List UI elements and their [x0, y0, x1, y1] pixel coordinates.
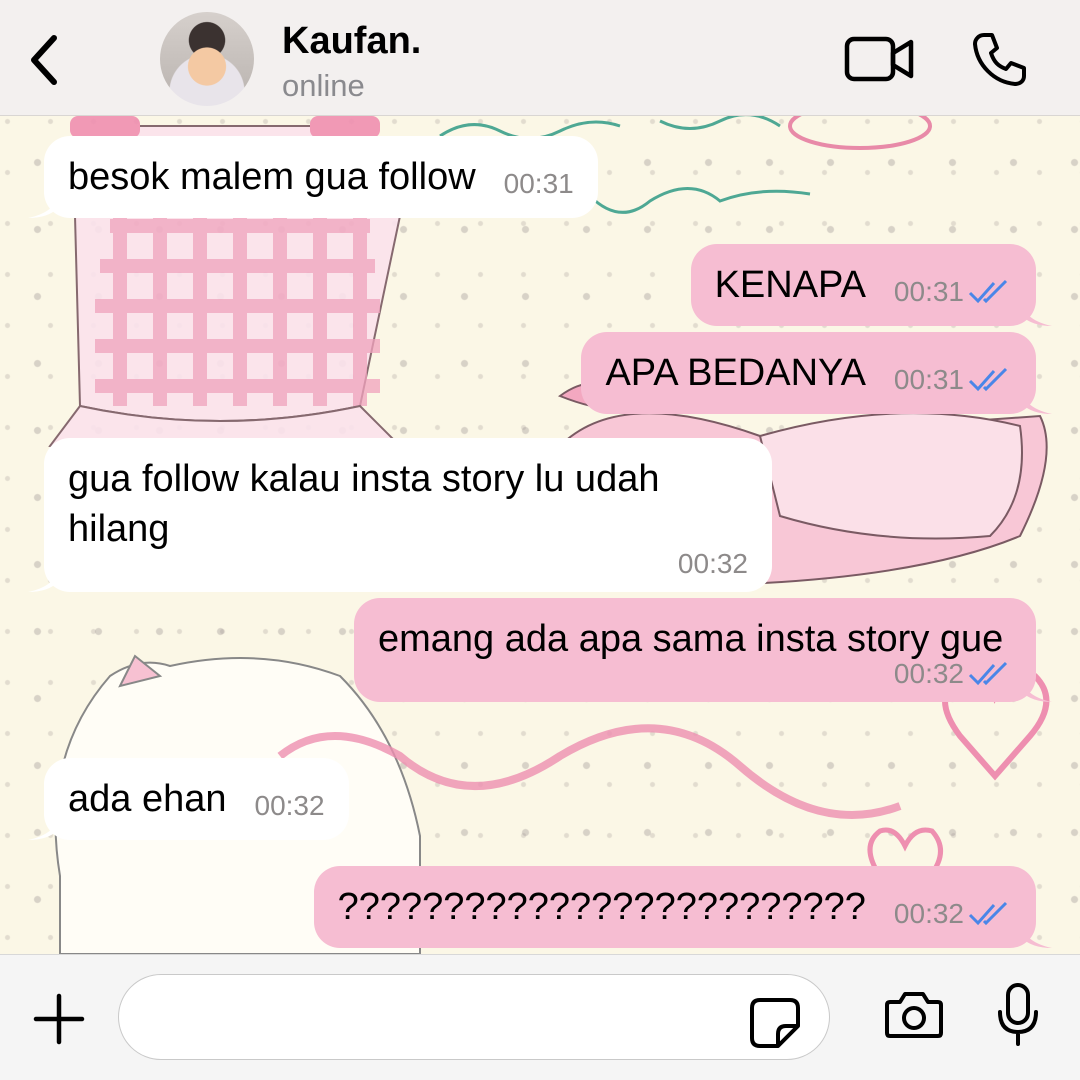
- video-camera-icon: [844, 36, 914, 82]
- microphone-icon: [998, 983, 1038, 1046]
- chevron-left-icon: [31, 35, 57, 85]
- message-bubble-incoming[interactable]: gua follow kalau insta story lu udah hil…: [28, 438, 772, 592]
- chat-area[interactable]: besok malem gua follow 00:31 KENAPA 00:31 …: [0, 116, 1080, 954]
- message-time: 00:31: [893, 276, 964, 307]
- message-bubble-incoming[interactable]: besok malem gua follow 00:31: [28, 136, 598, 218]
- message-bubble-outgoing[interactable]: ????????????????????????? 00:32: [313, 866, 1052, 948]
- double-check-icon: [968, 901, 1008, 926]
- bubble-tail: [28, 816, 58, 840]
- contact-name[interactable]: Kaufan.: [282, 20, 421, 63]
- message-time: 00:32: [893, 658, 964, 689]
- plus-icon: [33, 993, 85, 1045]
- message-bubble-incoming[interactable]: ada ehan 00:32: [28, 758, 349, 840]
- contact-status: online: [282, 68, 365, 103]
- bubble-tail: [1022, 924, 1052, 948]
- chat-header: Kaufan. online: [0, 0, 1080, 116]
- bubble-tail: [28, 568, 58, 592]
- message-meta: 00:32: [894, 900, 1012, 928]
- sticker-icon: [750, 998, 800, 1048]
- double-check-icon: [968, 279, 1008, 304]
- sticker-button[interactable]: [748, 996, 802, 1050]
- message-bubble-outgoing[interactable]: KENAPA 00:31: [690, 244, 1052, 326]
- message-meta: 00:31: [894, 366, 1012, 394]
- camera-button[interactable]: [884, 988, 944, 1040]
- message-meta: 00:31: [894, 278, 1012, 306]
- double-check-icon: [968, 661, 1008, 686]
- message-text: gua follow kalau insta story lu udah hil…: [68, 458, 660, 550]
- bubble-tail: [1022, 390, 1052, 414]
- message-meta: 00:32: [378, 660, 1012, 688]
- bubble-tail: [28, 194, 58, 218]
- camera-icon: [885, 992, 943, 1038]
- message-text: ada ehan: [68, 778, 227, 820]
- video-call-button[interactable]: [844, 34, 916, 84]
- message-text: APA BEDANYA: [605, 352, 866, 394]
- voice-call-button[interactable]: [970, 30, 1028, 88]
- message-bubble-outgoing[interactable]: emang ada apa sama insta story gue 00:32: [354, 598, 1052, 702]
- message-time: 00:32: [254, 790, 325, 821]
- message-time: 00:32: [893, 898, 964, 929]
- phone-icon: [973, 33, 1026, 86]
- message-text: KENAPA: [714, 264, 866, 306]
- bubble-tail: [1022, 302, 1052, 326]
- message-time: 00:31: [893, 364, 964, 395]
- message-text: ?????????????????????????: [337, 886, 866, 928]
- back-button[interactable]: [22, 30, 72, 90]
- message-input[interactable]: [118, 974, 830, 1060]
- message-time: 00:32: [677, 548, 748, 579]
- message-bubble-outgoing[interactable]: APA BEDANYA 00:31: [581, 332, 1052, 414]
- bubble-tail: [1022, 678, 1052, 702]
- attach-button[interactable]: [30, 990, 88, 1048]
- double-check-icon: [968, 367, 1008, 392]
- message-time: 00:31: [503, 168, 574, 199]
- microphone-button[interactable]: [996, 982, 1040, 1048]
- message-text: emang ada apa sama insta story gue: [378, 618, 1004, 660]
- contact-avatar[interactable]: [160, 12, 254, 106]
- message-text: besok malem gua follow: [68, 156, 476, 198]
